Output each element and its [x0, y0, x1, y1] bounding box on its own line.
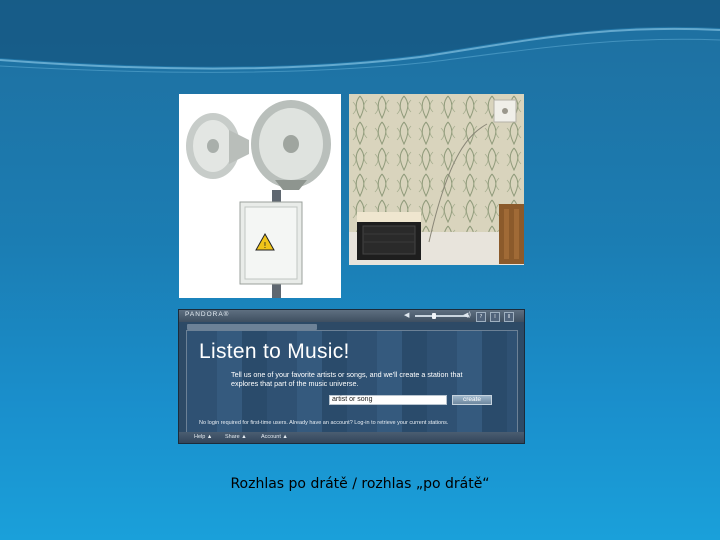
wall-speaker-room-photo — [349, 94, 524, 265]
horn-loudspeakers-icon: ! — [186, 100, 331, 298]
svg-text:!: ! — [263, 241, 266, 250]
login-note: No login required for first-time users. … — [199, 420, 449, 426]
speaker-max-icon: ◀) — [463, 311, 472, 319]
share-menu-link[interactable]: Share ▲ — [225, 434, 247, 440]
speaker-icon[interactable]: ◀ — [404, 311, 409, 319]
pause-button[interactable]: II — [504, 312, 514, 322]
minimize-button[interactable]: I — [490, 312, 500, 322]
help-menu-link[interactable]: Help ▲ — [194, 434, 212, 440]
create-station-button[interactable]: create — [452, 395, 492, 405]
slide-caption: Rozhlas po drátě / rozhlas „po drátě“ — [230, 476, 490, 492]
horn-loudspeakers-photo: ! — [179, 94, 341, 298]
account-menu-link[interactable]: Account ▲ — [261, 434, 288, 440]
pandora-bottom-bar: Help ▲ Share ▲ Account ▲ — [179, 432, 524, 443]
volume-slider[interactable] — [415, 315, 469, 317]
pandora-description: Tell us one of your favorite artists or … — [231, 370, 463, 388]
artist-search-input[interactable]: artist or song — [329, 395, 447, 405]
top-swoosh — [0, 0, 720, 67]
pandora-title: Listen to Music! — [199, 340, 350, 363]
wall-speaker-room-icon — [349, 94, 524, 265]
pandora-logo: PANDORA® — [185, 311, 230, 318]
pandora-top-bar: PANDORA® ◀ ◀) ? I II — [179, 310, 524, 322]
slide-background — [0, 0, 720, 73]
help-top-button[interactable]: ? — [476, 312, 486, 322]
volume-slider-knob[interactable] — [431, 313, 436, 319]
pandora-screenshot: PANDORA® ◀ ◀) ? I II Listen to Music! Te… — [179, 310, 524, 443]
